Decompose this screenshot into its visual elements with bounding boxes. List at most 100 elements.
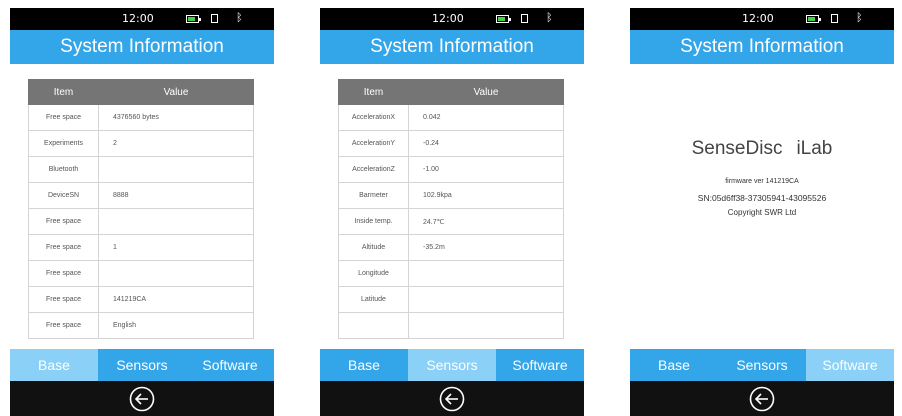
tab-bar: Base Sensors Software [10, 349, 274, 381]
battery-icon [496, 15, 511, 23]
row-item: AccelerationZ [338, 156, 409, 183]
row-value: 1 [98, 234, 254, 261]
row-item: Experiments [28, 130, 99, 157]
page-title: System Information [10, 30, 274, 64]
bluetooth-icon: ᛒ [236, 11, 243, 24]
tab-software[interactable]: Software [186, 349, 274, 381]
tab-sensors[interactable]: Sensors [408, 349, 496, 381]
battery-icon [806, 15, 821, 23]
table-row: Free space English [28, 312, 254, 339]
row-item: Longitude [338, 260, 409, 287]
table-row: Free space 141219CA [28, 286, 254, 313]
firmware-version: firmware ver 141219CA [725, 178, 799, 185]
page-title: System Information [320, 30, 584, 64]
phone-screen-base: 12:00 ᛒ System Information Item Value Fr… [10, 8, 274, 416]
row-item: DeviceSN [28, 182, 99, 209]
row-item: Altitude [338, 234, 409, 261]
tab-bar: Base Sensors Software [320, 349, 584, 381]
phone-screen-software: 12:00 ᛒ System Information SenseDisc iLab… [630, 8, 894, 416]
tab-software[interactable]: Software [806, 349, 894, 381]
table-row: Free space 1 [28, 234, 254, 261]
status-bar: 12:00 ᛒ [320, 8, 584, 30]
copyright: Copyright SWR Ltd [727, 208, 797, 217]
row-value [98, 260, 254, 287]
row-value [98, 208, 254, 235]
table-header-row: Item Value [28, 79, 254, 105]
navigation-bar [10, 381, 274, 416]
info-table: Item Value Free space 4376560 bytes Exper… [28, 79, 254, 339]
tab-software[interactable]: Software [496, 349, 584, 381]
table-row: Longitude [338, 260, 564, 287]
back-arrow-icon[interactable] [129, 386, 155, 412]
tab-sensors[interactable]: Sensors [98, 349, 186, 381]
serial-number: SN:05d6ff38-37305941-43095526 [697, 193, 827, 203]
row-value: -35.2m [408, 234, 564, 261]
back-arrow-icon[interactable] [749, 386, 775, 412]
table-row: AccelerationY -0.24 [338, 130, 564, 157]
tab-base[interactable]: Base [10, 349, 98, 381]
table-row [338, 312, 564, 339]
row-item: Free space [28, 312, 99, 339]
navigation-bar [320, 381, 584, 416]
row-item [338, 312, 409, 339]
row-item: Free space [28, 208, 99, 235]
table-header-row: Item Value [338, 79, 564, 105]
column-header-value: Value [408, 79, 564, 105]
table-row: Free space 4376560 bytes [28, 104, 254, 131]
row-item: Free space [28, 234, 99, 261]
table-row: Inside temp. 24.7℃ [338, 208, 564, 235]
tab-bar: Base Sensors Software [630, 349, 894, 381]
row-value [408, 260, 564, 287]
row-value: 8888 [98, 182, 254, 209]
row-value: 102.9kpa [408, 182, 564, 209]
row-item: AccelerationX [338, 104, 409, 131]
row-value: -0.24 [408, 130, 564, 157]
product-brand: SenseDisc [691, 138, 783, 159]
table-row: Altitude -35.2m [338, 234, 564, 261]
column-header-item: Item [28, 79, 99, 105]
table-row: Bluetooth [28, 156, 254, 183]
row-item: Bluetooth [28, 156, 99, 183]
column-header-item: Item [338, 79, 409, 105]
table-row: Barmeter 102.9kpa [338, 182, 564, 209]
row-value: -1.00 [408, 156, 564, 183]
bluetooth-icon: ᛒ [546, 11, 553, 24]
back-arrow-icon[interactable] [439, 386, 465, 412]
row-value: English [98, 312, 254, 339]
row-value [408, 286, 564, 313]
row-value [98, 156, 254, 183]
row-value: 4376560 bytes [98, 104, 254, 131]
screen-icon [521, 14, 528, 23]
status-bar: 12:00 ᛒ [10, 8, 274, 30]
row-item: Free space [28, 286, 99, 313]
table-row: AccelerationX 0.042 [338, 104, 564, 131]
column-header-value: Value [98, 79, 254, 105]
navigation-bar [630, 381, 894, 416]
row-value: 24.7℃ [408, 208, 564, 235]
table-row: DeviceSN 8888 [28, 182, 254, 209]
screen-icon [211, 14, 218, 23]
status-time: 12:00 [122, 12, 154, 25]
page-title: System Information [630, 30, 894, 64]
status-time: 12:00 [432, 12, 464, 25]
status-bar: 12:00 ᛒ [630, 8, 894, 30]
phone-screen-sensors: 12:00 ᛒ System Information Item Value Ac… [320, 8, 584, 416]
screen-icon [831, 14, 838, 23]
tab-base[interactable]: Base [320, 349, 408, 381]
table-row: Experiments 2 [28, 130, 254, 157]
table-row: Free space [28, 208, 254, 235]
status-time: 12:00 [742, 12, 774, 25]
row-item: Free space [28, 104, 99, 131]
row-item: Free space [28, 260, 99, 287]
tab-base[interactable]: Base [630, 349, 718, 381]
table-row: Latitude [338, 286, 564, 313]
row-value: 141219CA [98, 286, 254, 313]
tab-sensors[interactable]: Sensors [718, 349, 806, 381]
bluetooth-icon: ᛒ [856, 11, 863, 24]
row-item: Barmeter [338, 182, 409, 209]
row-item: AccelerationY [338, 130, 409, 157]
sensor-table: Item Value AccelerationX 0.042 Accelerati… [338, 79, 564, 339]
row-value: 0.042 [408, 104, 564, 131]
product-name: SenseDisc iLab [630, 138, 894, 160]
row-value: 2 [98, 130, 254, 157]
